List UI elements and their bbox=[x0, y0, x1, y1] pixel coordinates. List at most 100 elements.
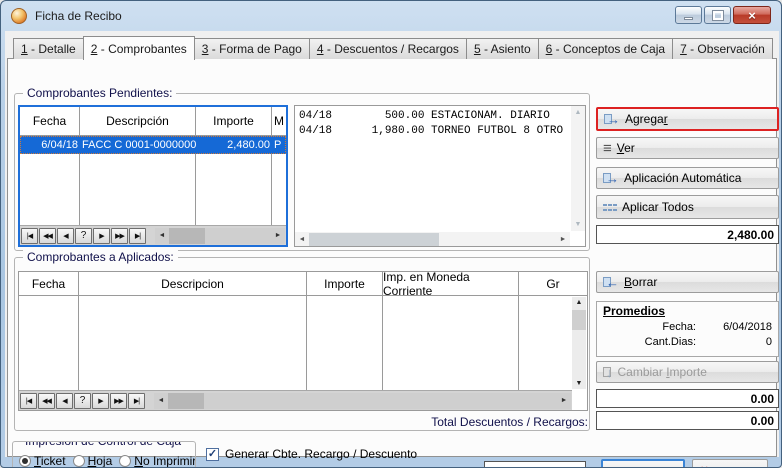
row-descripcion: FACC C 0001-00000000 bbox=[80, 136, 196, 154]
total-a-cobrar-field[interactable] bbox=[484, 461, 586, 468]
generar-cbte-checkbox-row: ✓ Generar Cbte. Recargo / Descuento bbox=[206, 447, 417, 461]
minimize-icon bbox=[684, 17, 693, 20]
scroll-left-icon[interactable]: ◄ bbox=[154, 397, 168, 404]
pending-table-header: Fecha Descripción Importe M bbox=[20, 107, 286, 136]
close-icon: × bbox=[748, 9, 756, 22]
remove-arrow-icon: ← bbox=[603, 276, 619, 289]
radio-no-imprimir[interactable]: No Imprimir bbox=[119, 454, 196, 468]
column-header-fecha: Fecha bbox=[20, 107, 80, 135]
aplicacion-automatica-button[interactable]: → Aplicación Automática bbox=[596, 167, 779, 189]
agregar-button[interactable]: → Agregar bbox=[596, 107, 779, 131]
pending-table: Fecha Descripción Importe M 6/04/18 FACC… bbox=[18, 105, 288, 247]
applied-total-field[interactable] bbox=[596, 389, 779, 408]
maximize-icon bbox=[713, 11, 723, 20]
checkbox-check-icon: ✓ bbox=[208, 449, 217, 460]
window-controls: × bbox=[675, 6, 771, 24]
scroll-down-icon[interactable]: ▼ bbox=[575, 218, 582, 231]
nav-first-button[interactable]: |◀ bbox=[21, 228, 38, 244]
app-icon bbox=[11, 8, 27, 24]
nav-help-button[interactable]: ? bbox=[75, 228, 92, 244]
scroll-down-icon[interactable]: ▼ bbox=[572, 378, 586, 389]
scroll-right-icon[interactable]: ► bbox=[556, 236, 570, 243]
tab-forma-de-pago[interactable]: 3 - Forma de Pago bbox=[194, 38, 310, 59]
tab-observacion[interactable]: 7 - Observación bbox=[672, 38, 773, 59]
pending-total-field[interactable] bbox=[596, 225, 779, 244]
ver-button[interactable]: ≡ Ver bbox=[596, 137, 779, 159]
scroll-left-icon[interactable]: ◄ bbox=[295, 236, 309, 243]
applied-horizontal-scrollbar[interactable]: ◄ ► bbox=[154, 393, 571, 409]
client-area: 1 - Detalle 2 - Comprobantes 3 - Forma d… bbox=[5, 31, 779, 457]
minimize-button[interactable] bbox=[675, 6, 702, 24]
check-icon: ✔ bbox=[609, 465, 621, 468]
tab-asiento[interactable]: 5 - Asiento bbox=[466, 38, 539, 59]
generar-cbte-label: Generar Cbte. Recargo / Descuento bbox=[225, 447, 417, 461]
column-header-importe: Importe bbox=[196, 107, 272, 135]
applied-vertical-scrollbar[interactable]: ▲ ▼ bbox=[572, 297, 586, 389]
applied-table-body bbox=[19, 296, 572, 390]
total-descuentos-recargos-field[interactable] bbox=[596, 411, 779, 430]
cambiar-importe-button[interactable]: ↓ Cambiar Importe bbox=[596, 361, 779, 383]
nav-next-page-button[interactable]: ▶▶ bbox=[111, 228, 128, 244]
aplicar-todos-button[interactable]: Aplicar Todos bbox=[596, 195, 779, 219]
applied-table-header: Fecha Descripcion Importe Imp. en Moneda… bbox=[19, 272, 587, 296]
tab-descuentos-recargos[interactable]: 4 - Descuentos / Recargos bbox=[309, 38, 467, 59]
nav-prior-button[interactable]: ◀ bbox=[57, 228, 74, 244]
close-button[interactable]: × bbox=[733, 6, 771, 24]
apply-arrow-icon: → bbox=[603, 172, 619, 185]
menu-icon: ≡ bbox=[603, 141, 612, 156]
nav-next-button[interactable]: ▶ bbox=[92, 393, 109, 409]
radio-ticket[interactable]: Ticket bbox=[19, 454, 66, 468]
radio-hoja-circle[interactable] bbox=[73, 455, 85, 467]
group-printing-caption: Impresión de Control de Caja bbox=[21, 441, 185, 448]
detail-text-panel[interactable]: 04/18 500.00 ESTACIONAM. DIARIO 04/18 1,… bbox=[294, 105, 586, 247]
nav-next-button[interactable]: ▶ bbox=[93, 228, 110, 244]
aceptar-button[interactable]: ✔ Aceptar bbox=[601, 459, 685, 468]
nav-prior-button[interactable]: ◀ bbox=[56, 393, 73, 409]
detail-horizontal-scrollbar[interactable]: ◄ ► bbox=[295, 232, 570, 246]
scrollbar-thumb[interactable] bbox=[168, 393, 204, 409]
scroll-right-icon[interactable]: ► bbox=[271, 232, 285, 239]
generar-cbte-checkbox[interactable]: ✓ bbox=[206, 448, 219, 461]
tab-comprobantes[interactable]: 2 - Comprobantes bbox=[83, 36, 195, 60]
cancelar-button[interactable]: ✖ Cancelar bbox=[692, 459, 768, 468]
maximize-button[interactable] bbox=[704, 6, 731, 24]
tab-detalle[interactable]: 1 - Detalle bbox=[13, 38, 84, 59]
nav-prior-page-button[interactable]: ◀◀ bbox=[39, 228, 56, 244]
radio-no-imprimir-circle[interactable] bbox=[119, 455, 131, 467]
titlebar[interactable]: Ficha de Recibo × bbox=[1, 1, 781, 31]
nav-first-button[interactable]: |◀ bbox=[20, 393, 37, 409]
nav-next-page-button[interactable]: ▶▶ bbox=[110, 393, 127, 409]
promedios-fecha-value: 6/04/2018 bbox=[710, 321, 772, 333]
column-header-importe: Importe bbox=[307, 272, 383, 295]
table-row[interactable]: 6/04/18 FACC C 0001-00000000 2,480.00 P bbox=[20, 136, 286, 154]
detail-vertical-scrollbar[interactable]: ▲ ▼ bbox=[571, 106, 585, 231]
scroll-up-icon[interactable]: ▲ bbox=[575, 106, 582, 119]
row-importe: 2,480.00 bbox=[196, 136, 272, 154]
window-title: Ficha de Recibo bbox=[35, 9, 122, 23]
pending-horizontal-scrollbar[interactable]: ◄ ► bbox=[155, 228, 285, 244]
row-fecha: 6/04/18 bbox=[20, 136, 80, 154]
borrar-button[interactable]: ← Borrar bbox=[596, 271, 779, 293]
scrollbar-thumb[interactable] bbox=[309, 233, 439, 246]
applied-navigator: |◀ ◀◀ ◀ ? ▶ ▶▶ ▶| ◄ ► bbox=[19, 390, 572, 410]
nav-last-button[interactable]: ▶| bbox=[128, 393, 145, 409]
scrollbar-thumb[interactable] bbox=[169, 228, 205, 244]
nav-last-button[interactable]: ▶| bbox=[129, 228, 146, 244]
radio-hoja[interactable]: Hoja bbox=[73, 454, 113, 468]
nav-prior-page-button[interactable]: ◀◀ bbox=[38, 393, 55, 409]
change-amount-arrow-icon: ↓ bbox=[603, 366, 613, 379]
column-header-moneda: M bbox=[272, 107, 286, 135]
scroll-right-icon[interactable]: ► bbox=[557, 397, 571, 404]
grid-icon bbox=[603, 203, 617, 212]
scroll-up-icon[interactable]: ▲ bbox=[572, 297, 586, 308]
promedios-dias-label: Cant.Dias: bbox=[603, 336, 710, 348]
row-moneda: P bbox=[272, 136, 286, 154]
scrollbar-thumb[interactable] bbox=[572, 310, 586, 330]
scroll-left-icon[interactable]: ◄ bbox=[155, 232, 169, 239]
nav-help-button[interactable]: ? bbox=[74, 393, 91, 409]
radio-ticket-circle[interactable] bbox=[19, 455, 31, 467]
group-pending-caption: Comprobantes Pendientes: bbox=[23, 86, 176, 100]
column-header-descripcion: Descripción bbox=[80, 107, 196, 135]
tab-conceptos-de-caja[interactable]: 6 - Conceptos de Caja bbox=[538, 38, 673, 59]
promedios-panel: Promedios Fecha:6/04/2018 Cant.Dias:0 bbox=[596, 301, 779, 357]
